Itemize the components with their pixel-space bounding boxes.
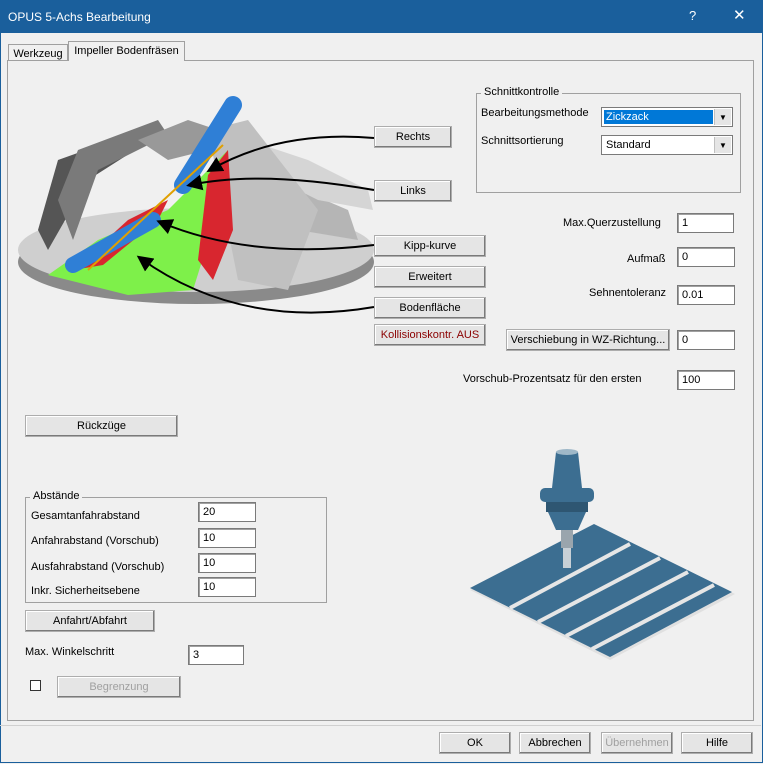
anfahrabstand-input[interactable]: 10 — [198, 528, 256, 548]
schnittkontrolle-legend: Schnittkontrolle — [481, 86, 563, 98]
links-button[interactable]: Links — [374, 180, 452, 202]
ausfahrabstand-label: Ausfahrabstand (Vorschub) — [31, 561, 165, 573]
querzustellung-input[interactable]: 1 — [677, 213, 734, 233]
bodenflaeche-button[interactable]: Bodenfläche — [374, 297, 486, 319]
rueckzuege-button[interactable]: Rückzüge — [25, 415, 178, 437]
ok-button[interactable]: OK — [439, 732, 511, 754]
footer-divider — [0, 725, 761, 726]
anfahrabstand-label: Anfahrabstand (Vorschub) — [31, 535, 159, 547]
anfahrt-abfahrt-button[interactable]: Anfahrt/Abfahrt — [25, 610, 155, 632]
arrow-rechts — [206, 135, 375, 172]
querzustellung-label: Max.Querzustellung — [563, 217, 661, 229]
schnittsortierung-label: Schnittsortierung — [481, 135, 564, 147]
aufmass-input[interactable]: 0 — [677, 247, 735, 267]
vorschub-label: Vorschub-Prozentsatz für den ersten — [463, 373, 642, 385]
begrenzung-checkbox[interactable] — [30, 680, 41, 691]
schnittsortierung-value: Standard — [606, 139, 651, 151]
verschiebung-button[interactable]: Verschiebung in WZ-Richtung... — [506, 329, 670, 351]
gesamtanfahrabstand-input[interactable]: 20 — [198, 502, 256, 522]
inkr-sicherheitsebene-input[interactable]: 10 — [198, 577, 256, 597]
abstaende-legend: Abstände — [30, 490, 83, 502]
tool-cutter-shape — [563, 548, 571, 568]
chevron-down-icon[interactable]: ▼ — [714, 137, 731, 153]
rechts-button[interactable]: Rechts — [374, 126, 452, 148]
apply-button[interactable]: Übernehmen — [601, 732, 673, 754]
vorschub-input[interactable]: 100 — [677, 370, 735, 390]
tab-impeller-bodenfraesen[interactable]: Impeller Bodenfräsen — [68, 41, 185, 61]
tool-holder-shape — [548, 512, 586, 530]
chevron-down-icon[interactable]: ▼ — [714, 109, 731, 125]
tool-holder-shape — [556, 449, 578, 455]
inkr-sicherheitsebene-label: Inkr. Sicherheitsebene — [31, 585, 140, 597]
bearbeitungsmethode-label: Bearbeitungsmethode — [481, 107, 589, 119]
ausfahrabstand-input[interactable]: 10 — [198, 553, 256, 573]
winkelschritt-input[interactable]: 3 — [188, 645, 244, 665]
cancel-button[interactable]: Abbrechen — [519, 732, 591, 754]
bearbeitungsmethode-select[interactable]: Zickzack ▼ — [601, 107, 733, 127]
kipp-kurve-button[interactable]: Kipp-kurve — [374, 235, 486, 257]
begrenzung-button[interactable]: Begrenzung — [57, 676, 181, 698]
gesamtanfahrabstand-label: Gesamtanfahrabstand — [31, 510, 140, 522]
sehnentoleranz-label: Sehnentoleranz — [589, 287, 667, 299]
kollisionskontrolle-button[interactable]: Kollisionskontr. AUS — [374, 324, 486, 346]
schnittsortierung-select[interactable]: Standard ▼ — [601, 135, 733, 155]
erweitert-button[interactable]: Erweitert — [374, 266, 486, 288]
bearbeitungsmethode-value: Zickzack — [604, 110, 713, 124]
tool-holder-shape — [546, 502, 588, 512]
sehnentoleranz-input[interactable]: 0.01 — [677, 285, 735, 305]
machining-illustration — [470, 449, 735, 660]
arrow-kipp — [156, 219, 375, 251]
arrow-links — [186, 174, 375, 191]
aufmass-label: Aufmaß — [627, 253, 666, 265]
help-button[interactable]: Hilfe — [681, 732, 753, 754]
tool-holder-shape — [540, 488, 594, 502]
winkelschritt-label: Max. Winkelschritt — [25, 646, 115, 658]
verschiebung-input[interactable]: 0 — [677, 330, 735, 350]
tool-holder-shape — [552, 452, 582, 488]
arrow-boden — [136, 255, 375, 314]
tool-shank-shape — [561, 530, 573, 548]
